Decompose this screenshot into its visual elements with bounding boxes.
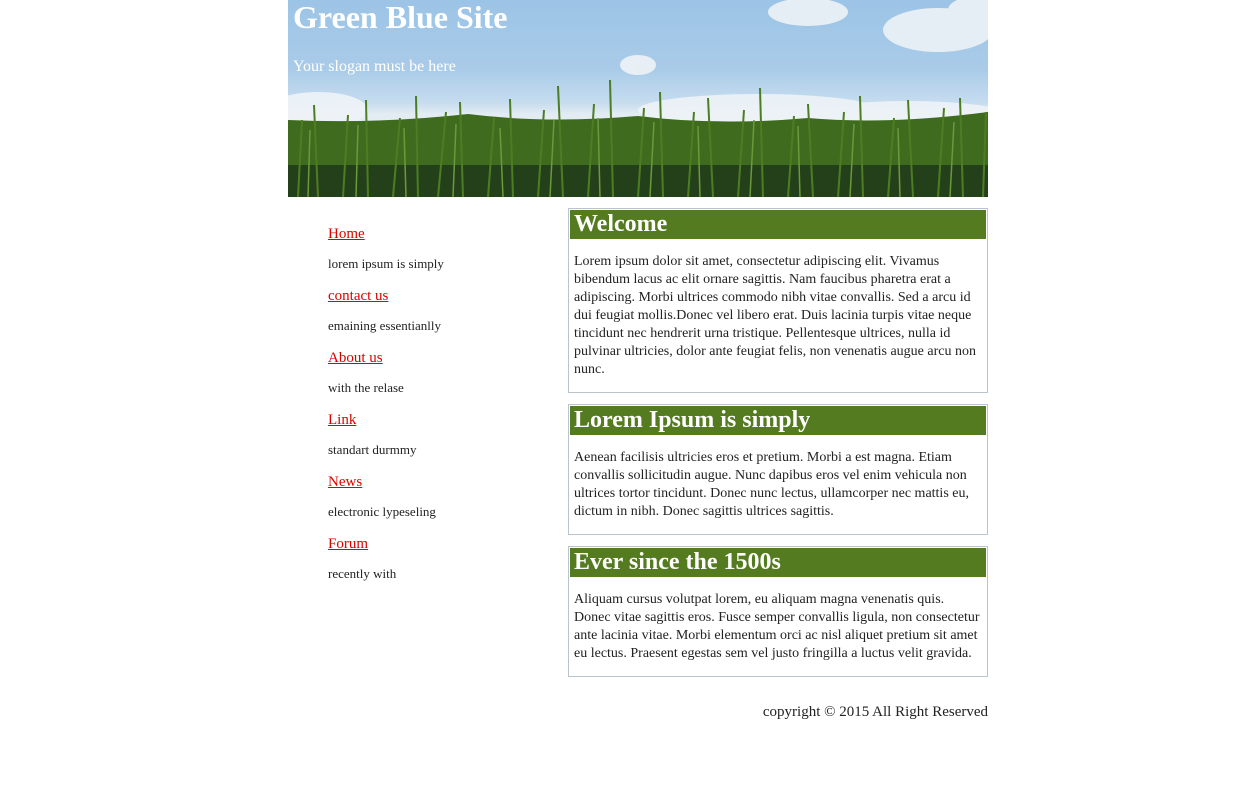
nav-description: with the relase <box>328 380 404 395</box>
nav-link-contact-us[interactable]: contact us <box>328 287 548 305</box>
site-slogan: Your slogan must be here <box>293 58 456 75</box>
nav-description: lorem ipsum is simply <box>328 256 444 271</box>
nav-link-news[interactable]: News <box>328 473 548 491</box>
content-box-lorem-ipsum: Lorem Ipsum is simply Aenean facilisis u… <box>568 404 988 535</box>
nav-description: emaining essentianlly <box>328 318 442 333</box>
box-text: Aliquam cursus volutpat lorem, eu aliqua… <box>574 592 980 661</box>
sidebar-item-link: Link standart durmmy <box>328 411 548 473</box>
box-text: Aenean facilisis ultricies eros et preti… <box>574 450 969 519</box>
nav-description: electronic lypeseling <box>328 504 436 519</box>
sidebar-nav: Home lorem ipsum is simply contact us em… <box>328 225 548 597</box>
box-title: Ever since the 1500s <box>570 548 986 577</box>
nav-description: standart durmmy <box>328 442 417 457</box>
page-wrapper: Green Blue Site Your slogan must be here… <box>288 0 988 720</box>
nav-link-forum[interactable]: Forum <box>328 535 548 553</box>
header-banner: Green Blue Site Your slogan must be here <box>288 0 988 197</box>
box-title: Lorem Ipsum is simply <box>570 406 986 435</box>
nav-description: recently with <box>328 566 397 581</box>
sidebar-item-about: About us with the relase <box>328 349 548 411</box>
box-text: Lorem ipsum dolor sit amet, consectetur … <box>574 254 976 377</box>
box-title: Welcome <box>570 210 986 239</box>
site-title: Green Blue Site <box>293 0 508 35</box>
nav-link-about-us[interactable]: About us <box>328 349 548 367</box>
content-box-welcome: Welcome Lorem ipsum dolor sit amet, cons… <box>568 208 988 393</box>
footer-copyright: copyright © 2015 All Right Reserved <box>762 704 988 720</box>
sidebar-item-forum: Forum recently with <box>328 535 548 597</box>
sidebar-item-news: News electronic lypeseling <box>328 473 548 535</box>
sidebar-item-home: Home lorem ipsum is simply <box>328 225 548 287</box>
content-box-ever-since: Ever since the 1500s Aliquam cursus volu… <box>568 546 988 677</box>
sidebar-item-contact: contact us emaining essentianlly <box>328 287 548 349</box>
nav-link-home[interactable]: Home <box>328 225 548 243</box>
nav-link-link[interactable]: Link <box>328 411 548 429</box>
